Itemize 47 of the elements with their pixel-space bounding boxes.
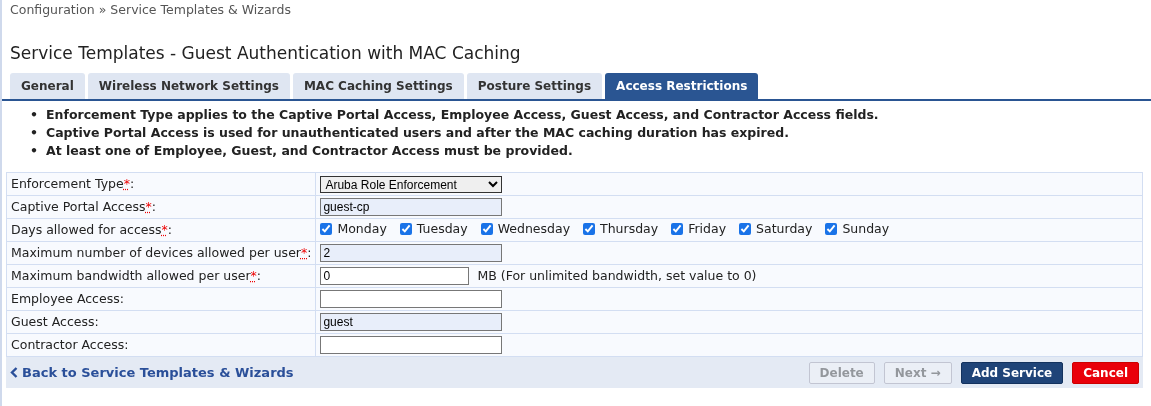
- field-label: Maximum bandwidth allowed per user*:: [11, 268, 261, 284]
- checkbox-label: Friday: [688, 221, 727, 238]
- checkbox[interactable]: [739, 223, 752, 236]
- chevron-left-icon: [10, 367, 18, 379]
- bullet: •: [30, 106, 38, 125]
- input-field[interactable]: guest-cp: [320, 198, 503, 217]
- checkbox[interactable]: [825, 223, 838, 236]
- field-label: Guest Access:: [11, 314, 99, 330]
- input-field[interactable]: 2: [320, 244, 503, 263]
- checkbox[interactable]: [399, 223, 412, 236]
- checkbox-label: Saturday: [756, 221, 813, 238]
- button[interactable]: Add Service: [960, 361, 1064, 384]
- tab[interactable]: General: [10, 73, 85, 100]
- field-label: Days allowed for access*:: [11, 222, 172, 238]
- note-item: Enforcement Type applies to the Captive Portal Access, Employee Access, Guest Access, and Contractor Access fields.: [46, 106, 879, 125]
- field-label: Maximum number of devices allowed per user*:: [11, 245, 312, 261]
- input-field[interactable]: [320, 336, 503, 355]
- note-item: At least one of Employee, Guest, and Contractor Access must be provided.: [46, 142, 573, 161]
- hint-text: MB (For unlimited bandwidth, set value to 0): [477, 268, 757, 284]
- checkbox[interactable]: [671, 223, 684, 236]
- tab[interactable]: Wireless Network Settings: [87, 73, 290, 100]
- checkbox[interactable]: [320, 223, 333, 236]
- checkbox-label: Monday: [337, 221, 387, 238]
- breadcrumb: Configuration » Service Templates & Wizards: [9, 1, 292, 19]
- input-field[interactable]: guest: [320, 313, 503, 332]
- input-field[interactable]: [320, 290, 503, 309]
- checkbox-label: Thursday: [600, 221, 659, 238]
- bullet: •: [30, 142, 38, 161]
- field-label: Captive Portal Access*:: [11, 199, 156, 215]
- field-label: Contractor Access:: [11, 337, 129, 353]
- input-field[interactable]: 0: [320, 267, 470, 286]
- page-title: Service Templates - Guest Authentication with MAC Caching: [10, 42, 522, 64]
- tab[interactable]: MAC Caching Settings: [292, 73, 464, 100]
- checkbox[interactable]: [583, 223, 596, 236]
- checkbox[interactable]: [480, 223, 493, 236]
- back-link[interactable]: Back to Service Templates & Wizards: [10, 362, 294, 383]
- tab[interactable]: Access Restrictions: [605, 73, 759, 100]
- field-label: Employee Access:: [11, 291, 124, 307]
- checkbox-label: Sunday: [842, 221, 890, 238]
- bullet: •: [30, 124, 38, 143]
- field-label: Enforcement Type*:: [11, 176, 135, 192]
- checkbox-label: Wednesday: [497, 221, 571, 238]
- button[interactable]: Cancel: [1072, 361, 1139, 384]
- checkbox-label: Tuesday: [416, 221, 468, 238]
- tab[interactable]: Posture Settings: [466, 73, 603, 100]
- dropdown[interactable]: Aruba Role Enforcement: [320, 175, 503, 193]
- note-item: Captive Portal Access is used for unauthenticated users and after the MAC caching duration has expired.: [46, 124, 789, 143]
